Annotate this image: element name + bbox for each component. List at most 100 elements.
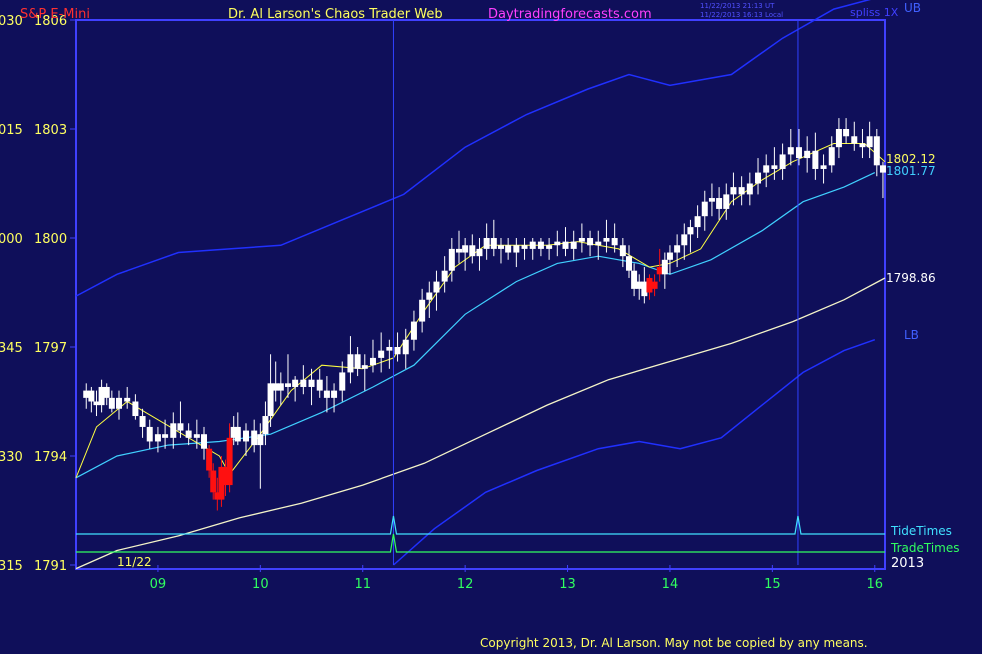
candle-body xyxy=(132,401,139,417)
candle-body xyxy=(738,187,745,195)
candle-body xyxy=(755,172,762,184)
candle-body xyxy=(469,245,476,257)
candle-body xyxy=(284,383,291,387)
mid-average-value: 1801.77 xyxy=(886,164,936,178)
candle-body xyxy=(339,372,346,391)
x-tick-label: 12 xyxy=(457,577,474,592)
candle-body xyxy=(497,245,504,249)
candle-body xyxy=(835,129,842,148)
y-tick-label: 1803 xyxy=(34,123,67,138)
candle-body xyxy=(537,241,544,249)
candle-body xyxy=(272,383,279,391)
candle-body xyxy=(257,434,264,446)
candle-body xyxy=(490,238,497,249)
candle-body xyxy=(666,252,673,260)
candle-body xyxy=(701,201,708,217)
candle-body xyxy=(308,379,315,387)
candle-body xyxy=(369,357,376,366)
ub-label: UB xyxy=(904,1,921,15)
candle-body xyxy=(603,238,610,242)
candle-body xyxy=(723,194,730,209)
candle-body xyxy=(843,129,850,137)
candle-body xyxy=(521,245,528,249)
candle-body xyxy=(462,245,469,253)
candle-body xyxy=(386,347,393,351)
candle-body xyxy=(570,241,577,249)
candle-body xyxy=(103,386,110,398)
candle-body xyxy=(316,379,323,391)
y-tick-label: 1791 xyxy=(34,559,67,574)
candle-body xyxy=(763,165,770,173)
year-label: 2013 xyxy=(891,556,924,571)
candle-body xyxy=(402,339,409,355)
candle-body xyxy=(441,270,448,282)
candle-body xyxy=(546,245,553,249)
candle-body xyxy=(476,248,483,257)
trade-times-label: TradeTimes xyxy=(890,541,959,555)
candle-body xyxy=(866,136,873,148)
candle-body xyxy=(587,238,594,246)
candle-body xyxy=(83,390,90,398)
candle-body xyxy=(108,397,115,409)
candle-body xyxy=(631,270,638,289)
candle-body xyxy=(483,238,490,249)
candle-body xyxy=(262,416,269,435)
y-tick-label: 1797 xyxy=(34,341,67,356)
chart-canvas: 1806030180301518000001797345179433017913… xyxy=(0,0,982,650)
candle-body xyxy=(378,350,385,358)
candle-body xyxy=(277,383,284,391)
candle-body xyxy=(779,154,786,169)
candle-body xyxy=(804,150,811,159)
y-tick-label: 1800 xyxy=(34,232,67,247)
candle-body xyxy=(812,150,819,169)
candle-body xyxy=(554,241,561,246)
candle-body xyxy=(529,241,536,249)
candle-body xyxy=(636,281,643,289)
y-tick-label: 1794 xyxy=(34,450,67,465)
candle-body xyxy=(124,397,131,402)
lb-label: LB xyxy=(904,328,919,342)
candle-body xyxy=(730,187,737,195)
candle-body xyxy=(828,147,835,166)
candle-body xyxy=(651,281,658,289)
candle-body xyxy=(139,416,146,427)
candle-body xyxy=(177,423,184,431)
candle-body xyxy=(687,227,694,235)
candle-body xyxy=(323,390,330,398)
symbol-label: S&P E-Mini xyxy=(20,7,90,22)
slow-average-value: 1798.86 xyxy=(886,271,936,285)
candle-body xyxy=(210,470,217,493)
candle-body xyxy=(513,245,520,253)
candle-body xyxy=(154,434,161,442)
left-tick-label: 345 xyxy=(0,341,23,356)
candle-body xyxy=(185,430,192,438)
candle-body xyxy=(656,267,663,275)
candle-body xyxy=(162,434,169,438)
candle-body xyxy=(611,238,618,246)
candle-body xyxy=(410,321,417,340)
candle-body xyxy=(795,147,802,159)
candle-body xyxy=(674,245,681,253)
candle-body xyxy=(170,423,177,438)
timestamp-local: 11/22/2013 16:13 Local xyxy=(700,11,783,19)
candle-body xyxy=(771,165,778,169)
candle-body xyxy=(331,390,338,398)
candle-body xyxy=(820,165,827,169)
x-tick-label: 15 xyxy=(764,577,781,592)
candle-body xyxy=(787,147,794,155)
candle-body xyxy=(681,234,688,246)
candle-body xyxy=(201,434,208,449)
candle-body xyxy=(146,426,153,442)
candle-body xyxy=(455,248,462,253)
candle-body xyxy=(267,383,274,417)
candle-body xyxy=(661,259,668,275)
candle-body xyxy=(361,365,368,369)
left-tick-label: 330 xyxy=(0,450,23,465)
candle-body xyxy=(851,136,858,144)
candle-body xyxy=(88,390,95,402)
left-tick-label: 315 xyxy=(0,559,23,574)
candle-body xyxy=(347,354,354,373)
candle-body xyxy=(595,241,602,246)
x-tick-label: 16 xyxy=(866,577,883,592)
site-link[interactable]: Daytradingforecasts.com xyxy=(488,7,652,22)
